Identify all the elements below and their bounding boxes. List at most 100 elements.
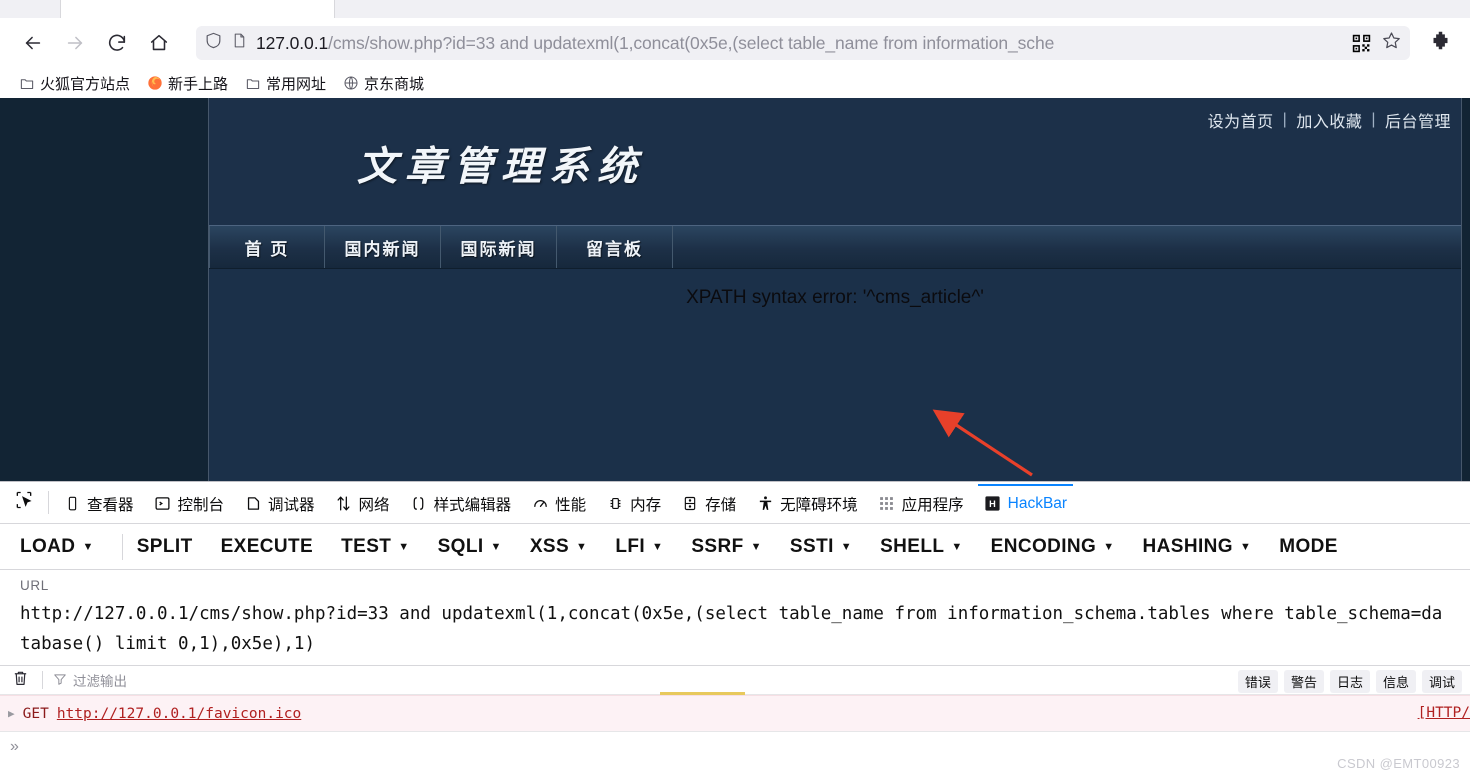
- filter-tab-warnings[interactable]: 警告: [1283, 670, 1324, 693]
- home-icon: [148, 32, 170, 54]
- menu-label: XSS: [529, 535, 570, 557]
- bookmark-label: 新手上路: [168, 75, 229, 93]
- hackbar-test-menu[interactable]: TEST ▼: [341, 536, 427, 558]
- log-method: GET: [22, 705, 49, 722]
- url-text: 127.0.0.1/cms/show.php?id=33 and updatex…: [256, 33, 1338, 54]
- home-button[interactable]: [138, 22, 180, 64]
- console-input-prompt[interactable]: »: [0, 731, 1470, 761]
- bookmark-star-icon[interactable]: [1381, 30, 1402, 56]
- filter-tab-logs[interactable]: 日志: [1329, 670, 1370, 693]
- hackbar-execute-button[interactable]: EXECUTE: [221, 536, 332, 558]
- accessibility-icon: [756, 495, 774, 513]
- tab-label: 应用程序: [901, 496, 964, 514]
- hackbar-shell-menu[interactable]: SHELL ▼: [880, 536, 981, 558]
- tab-memory[interactable]: 内存: [596, 482, 671, 523]
- back-arrow-icon: [22, 32, 44, 54]
- site-header: 设为首页 | 加入收藏 | 后台管理 文章管理系统: [209, 98, 1461, 225]
- hackbar-lfi-menu[interactable]: LFI ▼: [615, 536, 681, 558]
- admin-panel-link[interactable]: 后台管理: [1385, 108, 1451, 132]
- toolbar-divider: [48, 491, 49, 514]
- hackbar-url-input[interactable]: http://127.0.0.1/cms/show.php?id=33 and …: [20, 599, 1452, 659]
- menu-label: LOAD: [20, 535, 76, 557]
- filter-tab-errors[interactable]: 错误: [1237, 670, 1278, 693]
- hackbar-ssti-menu[interactable]: SSTI ▼: [790, 536, 870, 558]
- web-page-content: 设为首页 | 加入收藏 | 后台管理 文章管理系统 首 页 国内新闻 国际新闻 …: [0, 98, 1470, 481]
- tab-label: 无障碍环境: [780, 496, 858, 514]
- tab-application[interactable]: 应用程序: [868, 482, 974, 523]
- site-navigation: 首 页 国内新闻 国际新闻 留言板: [209, 225, 1461, 269]
- tab-style-editor[interactable]: 样式编辑器: [400, 482, 522, 523]
- console-toolbar: 过滤输出 错误 警告 日志 信息 调试: [0, 665, 1470, 696]
- hackbar-icon: H: [984, 495, 1002, 513]
- bookmark-label: 火狐官方站点: [40, 75, 131, 93]
- chevron-down-icon: ▼: [652, 540, 664, 553]
- chevron-down-icon: ▼: [1239, 540, 1252, 553]
- bookmarks-bar: 火狐官方站点 新手上路 常用网址 京东商城: [0, 68, 1470, 98]
- xpath-error-message: XPATH syntax error: '^cms_article^': [686, 287, 984, 308]
- storage-icon: [681, 495, 699, 513]
- bookmark-item[interactable]: 常用网址: [236, 70, 334, 97]
- back-button[interactable]: [12, 22, 54, 64]
- hackbar-url-section: URL http://127.0.0.1/cms/show.php?id=33 …: [0, 570, 1470, 665]
- hackbar-load-button[interactable]: LOAD ▼: [20, 536, 112, 558]
- menu-label: SPLIT: [136, 535, 193, 557]
- filter-tab-info[interactable]: 信息: [1375, 670, 1416, 693]
- hackbar-ssrf-menu[interactable]: SSRF ▼: [691, 536, 780, 558]
- qr-code-icon[interactable]: [1352, 34, 1371, 53]
- menu-label: SHELL: [880, 535, 945, 557]
- menu-label: MODE: [1279, 535, 1338, 557]
- element-picker-button[interactable]: [4, 482, 44, 523]
- shield-icon: [204, 31, 223, 55]
- tab-accessibility[interactable]: 无障碍环境: [746, 482, 868, 523]
- console-filter-input[interactable]: 过滤输出: [53, 670, 127, 690]
- tab-performance[interactable]: 性能: [521, 482, 596, 523]
- console-icon: [154, 495, 172, 513]
- log-url[interactable]: http://127.0.0.1/favicon.ico: [57, 706, 301, 722]
- nav-item-home[interactable]: 首 页: [209, 226, 325, 268]
- nav-item-domestic-news[interactable]: 国内新闻: [325, 226, 441, 268]
- set-homepage-link[interactable]: 设为首页: [1208, 108, 1274, 132]
- tab-network[interactable]: 网络: [325, 482, 400, 523]
- hackbar-encoding-menu[interactable]: ENCODING ▼: [991, 536, 1133, 558]
- menu-label: ENCODING: [990, 535, 1097, 557]
- toolbar-divider: [42, 671, 43, 689]
- forward-button[interactable]: [54, 22, 96, 64]
- filter-tab-debug[interactable]: 调试: [1421, 670, 1462, 693]
- bookmark-item[interactable]: 火狐官方站点: [10, 70, 138, 97]
- hackbar-sqli-menu[interactable]: SQLI ▼: [438, 536, 520, 558]
- tab-hackbar[interactable]: H HackBar: [974, 482, 1077, 523]
- tab-console[interactable]: 控制台: [144, 482, 235, 523]
- tab-label: 网络: [358, 496, 390, 514]
- bookmark-item[interactable]: 京东商城: [334, 70, 432, 97]
- tab-inspector[interactable]: 查看器: [53, 482, 144, 523]
- menu-divider: [121, 533, 123, 560]
- url-host: 127.0.0.1: [256, 32, 329, 53]
- nav-item-international-news[interactable]: 国际新闻: [441, 226, 557, 268]
- page-left-margin: [0, 98, 208, 481]
- bookmark-item[interactable]: 新手上路: [138, 70, 236, 97]
- address-bar[interactable]: 127.0.0.1/cms/show.php?id=33 and updatex…: [196, 26, 1410, 60]
- chevron-down-icon: ▼: [1103, 540, 1115, 553]
- console-log-row[interactable]: ▶ GET http://127.0.0.1/favicon.ico [HTTP…: [0, 695, 1470, 731]
- page-right-margin: [1462, 98, 1470, 481]
- active-tab[interactable]: [60, 0, 335, 18]
- nav-item-message-board[interactable]: 留言板: [557, 226, 673, 268]
- reload-button[interactable]: [96, 22, 138, 64]
- application-icon: [878, 495, 896, 513]
- filter-icon: [53, 672, 67, 689]
- trash-icon: [12, 669, 29, 692]
- extensions-button[interactable]: [1422, 25, 1458, 61]
- hackbar-hashing-menu[interactable]: HASHING ▼: [1143, 536, 1270, 558]
- clear-console-button[interactable]: [8, 669, 32, 692]
- expand-triangle-icon[interactable]: ▶: [8, 707, 15, 720]
- add-favorite-link[interactable]: 加入收藏: [1296, 108, 1362, 132]
- tab-debugger[interactable]: 调试器: [234, 482, 325, 523]
- hackbar-split-button[interactable]: SPLIT: [137, 536, 211, 558]
- network-icon: [335, 495, 353, 513]
- style-editor-icon: [410, 495, 428, 513]
- hackbar-mode-menu[interactable]: MODE: [1279, 536, 1356, 558]
- hackbar-xss-menu[interactable]: XSS ▼: [530, 536, 606, 558]
- tab-storage[interactable]: 存储: [671, 482, 746, 523]
- site-container: 设为首页 | 加入收藏 | 后台管理 文章管理系统 首 页 国内新闻 国际新闻 …: [208, 98, 1462, 481]
